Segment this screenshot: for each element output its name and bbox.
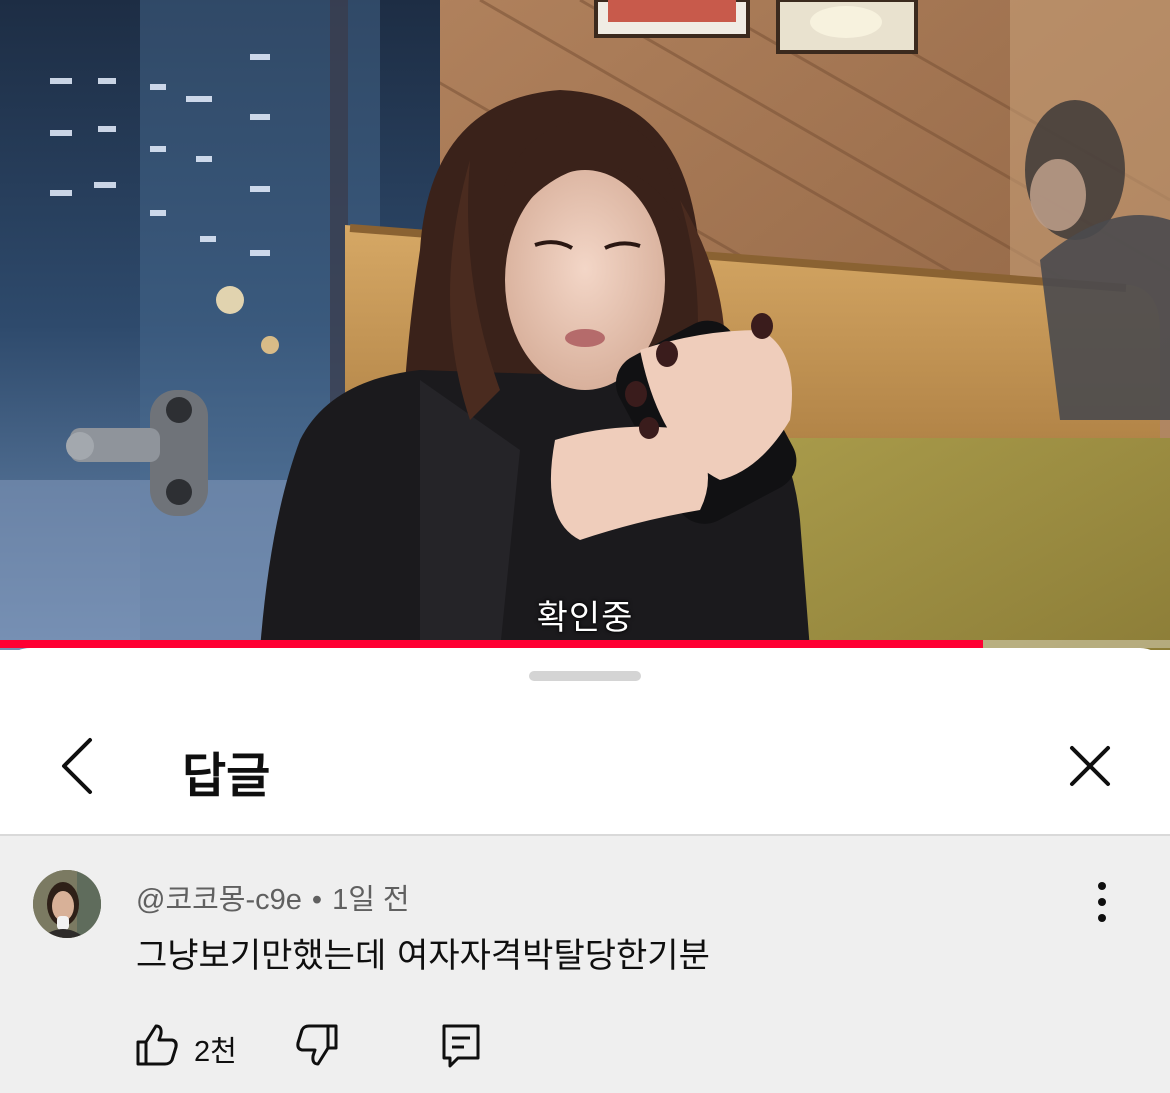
replies-sheet: 답글 @코코몽-c9e • 1일 전 그냥보기만했는데 여자자격박탈당한기분 2… — [0, 648, 1170, 1093]
close-button[interactable] — [1062, 738, 1118, 794]
close-icon — [1070, 746, 1110, 786]
chevron-left-icon — [62, 738, 92, 794]
dislike-button[interactable] — [292, 1020, 342, 1070]
comment-time: 1일 전 — [332, 884, 410, 916]
thumb-down-icon — [296, 1024, 338, 1066]
like-count: 2천 — [194, 1036, 237, 1068]
video-player[interactable]: 확인중 — [0, 0, 1170, 650]
like-button[interactable] — [132, 1020, 182, 1070]
comment-item: @코코몽-c9e • 1일 전 그냥보기만했는데 여자자격박탈당한기분 2천 — [0, 836, 1170, 1093]
avatar[interactable] — [33, 870, 101, 938]
drag-handle[interactable] — [529, 671, 641, 681]
reply-icon — [442, 1024, 480, 1068]
avatar-image — [33, 870, 101, 938]
progress-bar-fill — [0, 640, 983, 648]
sheet-title: 답글 — [182, 748, 271, 804]
reply-button[interactable] — [436, 1020, 486, 1070]
more-options-button[interactable] — [1082, 874, 1122, 930]
progress-bar[interactable] — [0, 640, 1170, 648]
meta-separator: • — [311, 884, 323, 916]
comment-text: 그냥보기만했는데 여자자격박탈당한기분 — [136, 936, 710, 976]
thumb-up-icon — [136, 1024, 178, 1066]
video-frame — [0, 0, 1170, 650]
more-vertical-icon — [1098, 882, 1106, 922]
back-button[interactable] — [48, 734, 112, 798]
sheet-header: 답글 — [0, 708, 1170, 836]
video-subtitle: 확인중 — [536, 598, 634, 638]
comment-meta: @코코몽-c9e • 1일 전 — [136, 876, 410, 918]
comment-author[interactable]: @코코몽-c9e — [136, 884, 302, 916]
